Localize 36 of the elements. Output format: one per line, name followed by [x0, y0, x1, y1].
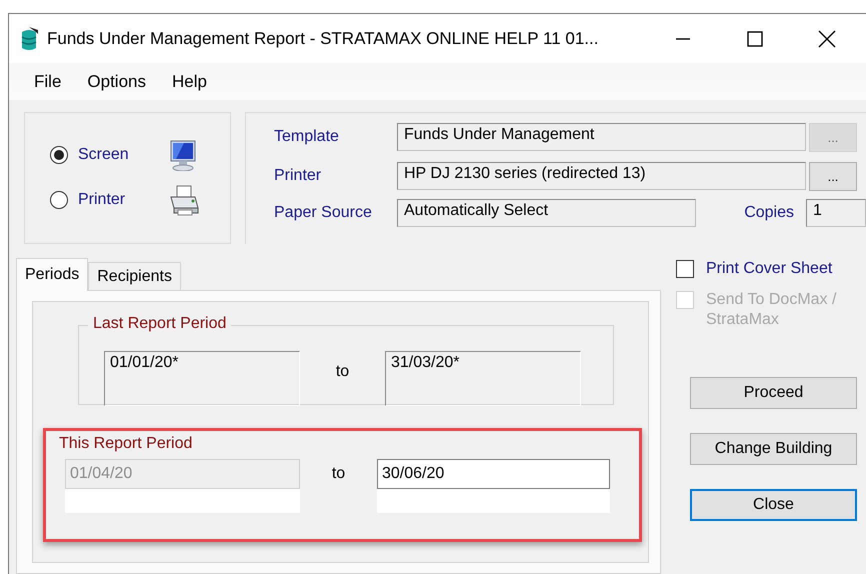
- tab[interactable]: Periods: [16, 258, 88, 291]
- date-field: 31/03/20*: [385, 351, 581, 406]
- group-title: This Report Period: [59, 435, 194, 453]
- field-label: Paper Source: [274, 204, 373, 222]
- field-label: Printer: [274, 167, 322, 185]
- field-label: Template: [274, 128, 340, 146]
- radio-button[interactable]: [50, 190, 68, 208]
- date-field: 01/01/20*: [104, 351, 300, 406]
- group-title: Last Report Period: [88, 315, 232, 333]
- maximize-icon[interactable]: [746, 30, 764, 48]
- menu-item[interactable]: Help: [163, 72, 216, 92]
- radio-label: Printer: [78, 190, 126, 208]
- text-field[interactable]: HP DJ 2130 series (redirected 13): [397, 162, 806, 190]
- to-label: to: [334, 362, 350, 382]
- date-field[interactable]: 30/06/20: [377, 459, 610, 489]
- text-field[interactable]: Funds Under Management: [397, 123, 806, 151]
- app-icon: [19, 26, 39, 52]
- checkbox-label: Send To DocMax / StrataMax: [706, 290, 838, 330]
- checkbox[interactable]: [676, 260, 694, 278]
- radio-label: Screen: [78, 146, 130, 164]
- checkbox-label: Print Cover Sheet: [706, 259, 834, 279]
- tab[interactable]: Recipients: [88, 262, 181, 290]
- action-button[interactable]: Close: [690, 489, 857, 521]
- printer-icon: [168, 184, 200, 216]
- copies-field[interactable]: 1: [806, 199, 866, 227]
- radio-button[interactable]: [50, 146, 68, 164]
- window-title: Funds Under Management Report - STRATAMAX ONLINE HELP 11 01...: [47, 28, 600, 48]
- to-label: to: [330, 464, 346, 484]
- close-icon[interactable]: [818, 30, 836, 48]
- menu-item[interactable]: Options: [78, 72, 155, 92]
- text-field[interactable]: Automatically Select: [397, 199, 696, 227]
- browse-button[interactable]: ...: [809, 162, 857, 190]
- action-button[interactable]: Change Building: [690, 433, 857, 465]
- action-button[interactable]: Proceed: [690, 377, 857, 409]
- field-label: Copies: [743, 204, 794, 222]
- menu-item[interactable]: File: [25, 72, 70, 92]
